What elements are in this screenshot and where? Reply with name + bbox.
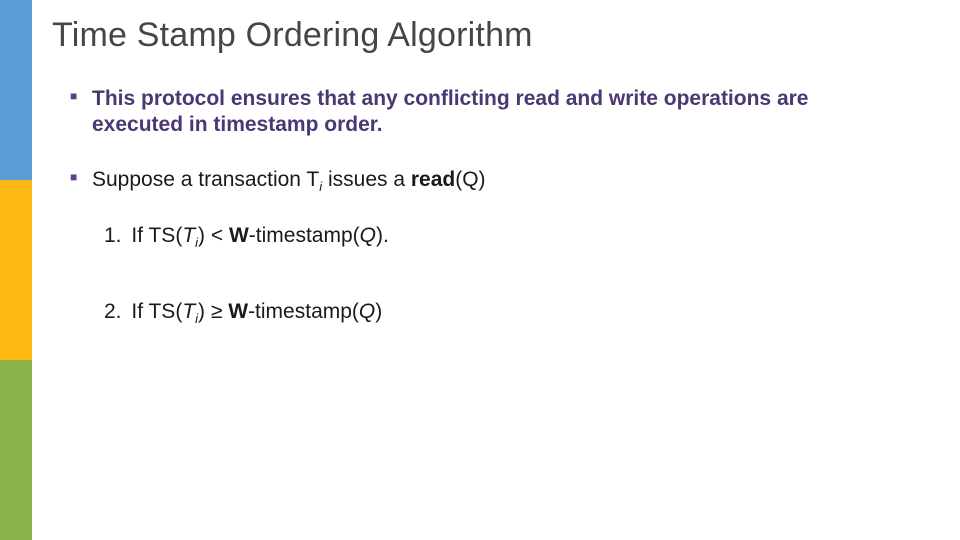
bullet-protocol-summary: This protocol ensures that any conflicti… (70, 86, 900, 139)
var-Q: Q (360, 224, 376, 247)
text: (Q) (455, 168, 485, 191)
slide-body: This protocol ensures that any conflicti… (70, 86, 900, 376)
accent-sidebar (0, 0, 32, 540)
text: ) (198, 300, 211, 323)
text: ) < (198, 224, 229, 247)
text: ). (376, 224, 389, 247)
slide-title: Time Stamp Ordering Algorithm (52, 16, 533, 55)
text: -timestamp( (249, 224, 360, 247)
bullet-suppose-read: Suppose a transaction Ti issues a read(Q… (70, 167, 900, 195)
w-label: W (229, 224, 249, 247)
accent-green (0, 360, 32, 540)
number-1: 1. (104, 224, 122, 247)
accent-blue (0, 0, 32, 180)
text: If TS( (131, 300, 182, 323)
case-1: 1. If TS(Ti) < W-timestamp(Q). (104, 223, 900, 251)
var-Q: Q (359, 300, 375, 323)
w-label: W (228, 300, 248, 323)
text: Suppose a transaction T (92, 168, 319, 191)
number-2: 2. (104, 300, 122, 323)
text: issues a (322, 168, 411, 191)
text: If TS( (131, 224, 182, 247)
case-2: 2. If TS(Ti) ≥ W-timestamp(Q) (104, 299, 900, 327)
var-T: T (182, 224, 195, 247)
read-keyword: read (411, 168, 455, 191)
accent-yellow (0, 180, 32, 360)
geq-symbol: ≥ (211, 300, 223, 323)
text: -timestamp( (248, 300, 359, 323)
var-T: T (182, 300, 195, 323)
text: ) (375, 300, 382, 323)
